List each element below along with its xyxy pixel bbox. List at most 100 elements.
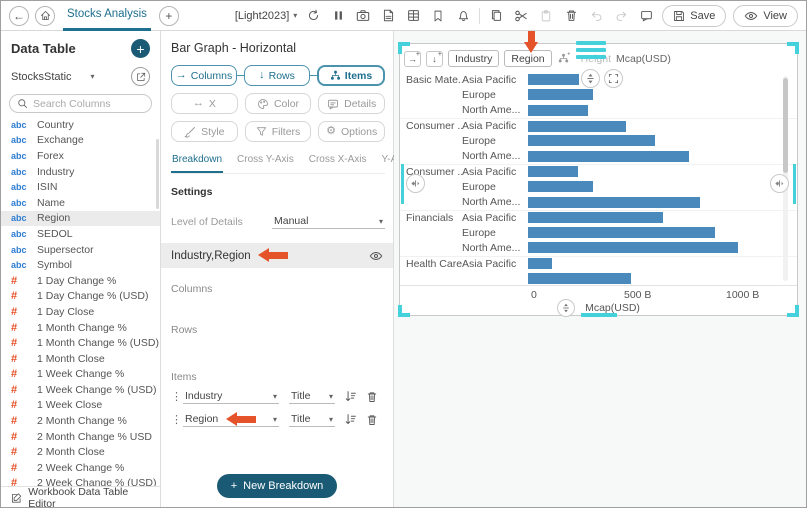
chart-bar[interactable] [528,242,738,253]
column-list-item[interactable]: # 1 Day Change % (USD) [1,289,160,305]
chevron-down-icon[interactable]: ▾ [91,72,95,81]
add-data-table-button[interactable]: + [131,39,150,58]
new-breakdown-button[interactable]: + New Breakdown [217,474,338,498]
redo-button[interactable] [612,7,630,25]
theme-selector[interactable]: [Light2023] ▾ [235,10,297,22]
search-columns-box[interactable] [9,94,152,113]
export-pdf-button[interactable] [379,7,397,25]
add-row-breakdown-button[interactable]: ↓+ [426,51,443,67]
left-resize-bar[interactable] [401,164,404,204]
item-field-select[interactable]: Industry ▾ [183,389,279,404]
chart-bar[interactable] [528,181,593,192]
column-list-item[interactable]: # 2 Month Change % USD [1,429,160,445]
workbook-data-table-editor[interactable]: Workbook Data Table Editor [1,486,160,508]
tab-cross-y-axis[interactable]: Cross Y-Axis [236,150,295,173]
save-button[interactable]: Save [662,5,726,27]
x-axis-button[interactable]: ↔X [171,93,238,114]
paste-button[interactable] [537,7,555,25]
view-button[interactable]: View [733,5,798,27]
column-list-item[interactable]: abc Forex [1,148,160,164]
column-list-item[interactable]: abc Country [1,117,160,133]
column-list-item[interactable]: # 1 Day Close [1,304,160,320]
home-button[interactable] [35,6,55,26]
column-list-item[interactable]: # 2 Month Close [1,444,160,460]
workbook-tab[interactable]: Stocks Analysis [63,1,151,31]
items-shelf-button[interactable]: Items [317,65,385,86]
visibility-eye-icon[interactable] [369,249,383,263]
chart-bar[interactable] [528,151,689,162]
chart-bar[interactable] [528,121,626,132]
sidebar-scrollbar[interactable] [156,139,159,209]
chart-bar[interactable] [528,273,631,284]
chart-bar[interactable] [528,105,588,116]
export-excel-button[interactable] [404,7,422,25]
datasource-name[interactable]: StocksStatic [11,71,72,83]
add-sheet-button[interactable]: + [159,6,179,26]
column-list-item[interactable]: # 1 Day Change % [1,273,160,289]
comments-button[interactable] [637,7,655,25]
column-list-item[interactable]: abc Exchange [1,133,160,149]
chart-bar[interactable] [528,74,579,85]
trash-icon[interactable] [366,391,378,403]
snapshot-button[interactable] [354,7,372,25]
cut-button[interactable] [512,7,530,25]
chart-bar[interactable] [528,89,593,100]
drag-handle-icon[interactable]: ⋮ [171,413,179,426]
chart-bar[interactable] [528,258,552,269]
options-button[interactable]: ⚙ Options [318,121,385,142]
column-list-item[interactable]: # 1 Week Change % [1,367,160,383]
search-columns-input[interactable] [33,98,143,110]
column-list-item[interactable]: abc Symbol [1,257,160,273]
filters-button[interactable]: Filters [245,121,312,142]
open-datasource-button[interactable] [131,67,150,86]
sort-icon[interactable] [344,390,357,403]
column-list-item[interactable]: # 1 Week Change % (USD) [1,382,160,398]
column-list-item[interactable]: # 1 Month Change % [1,320,160,336]
delete-button[interactable] [562,7,580,25]
bookmark-button[interactable] [429,7,447,25]
tab-breakdown[interactable]: Breakdown [171,150,223,173]
column-list-item[interactable]: # 1 Month Change % (USD) [1,335,160,351]
chart-bar[interactable] [528,166,578,177]
add-breakdown-icon[interactable] [557,52,570,65]
drag-handle-icon[interactable]: ⋮ [171,390,179,403]
column-list-item[interactable]: abc Industry [1,164,160,180]
copy-button[interactable] [487,7,505,25]
item-display-select[interactable]: Title ▾ [289,389,335,404]
details-button[interactable]: Details [318,93,385,114]
column-list-item[interactable]: abc ISIN [1,179,160,195]
column-list-item[interactable]: # 1 Month Close [1,351,160,367]
left-edge-handle[interactable] [406,174,425,193]
column-list-item[interactable]: abc Supersector [1,242,160,258]
alerts-button[interactable] [454,7,472,25]
breakdown-chip-industry[interactable]: Industry [448,50,499,67]
trash-icon[interactable] [366,414,378,426]
chart-bar[interactable] [528,212,663,223]
right-resize-bar[interactable] [793,164,796,204]
bar-graph-panel[interactable]: →+ ↓+ Industry Region Height Mcap(USD) [399,43,798,316]
column-list-item[interactable]: abc Region [1,211,160,227]
rows-shelf-button[interactable]: ↓ Rows [244,65,310,86]
bottom-resize-bar[interactable] [581,313,617,317]
style-button[interactable]: Style [171,121,238,142]
breakdown-row[interactable]: Industry,Region [161,243,393,268]
columns-shelf-button[interactable]: → Columns [171,65,237,86]
level-of-details-select[interactable]: Manual ▾ [272,214,385,229]
pause-button[interactable] [329,7,347,25]
column-list-item[interactable]: # 1 Week Close [1,398,160,414]
right-edge-handle[interactable] [770,174,789,193]
chart-bar[interactable] [528,135,655,146]
column-list-item[interactable]: # 2 Week Change % [1,460,160,476]
tab-cross-x-axis[interactable]: Cross X-Axis [308,150,368,173]
column-list-item[interactable]: # 2 Week Change % (USD) [1,476,160,486]
undo-button[interactable] [587,7,605,25]
item-display-select[interactable]: Title ▾ [289,412,335,427]
column-list-item[interactable]: # 2 Month Change % [1,413,160,429]
chart-bar[interactable] [528,227,715,238]
color-button[interactable]: Color [245,93,312,114]
refresh-button[interactable] [304,7,322,25]
chart-bar[interactable] [528,197,700,208]
back-button[interactable]: ← [9,6,29,26]
chart-scrollbar-thumb[interactable] [783,78,788,173]
panel-drag-handle[interactable] [576,41,606,59]
